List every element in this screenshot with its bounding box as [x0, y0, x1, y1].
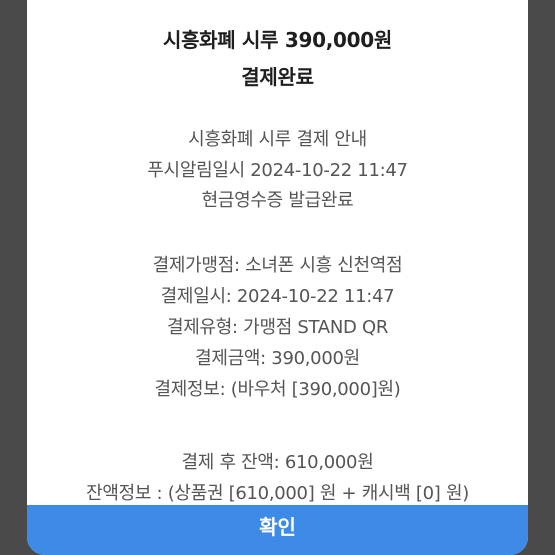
notice-line-push-time: 푸시알림일시 2024-10-22 11:47 [147, 160, 408, 181]
notice-line-title: 시흥화폐 시루 결제 안내 [188, 129, 367, 150]
balance-after-payment: 결제 후 잔액: 610,000원 [181, 452, 374, 473]
notice-line-receipt: 현금영수증 발급완료 [201, 190, 354, 211]
detail-merchant: 결제가맹점: 소녀폰 시흥 신천역점 [152, 255, 403, 276]
detail-type: 결제유형: 가맹점 STAND QR [166, 317, 389, 338]
dialog-title: 시흥화폐 시루 390,000원 [162, 28, 393, 52]
detail-amount: 결제금액: 390,000원 [195, 348, 360, 369]
dialog-subtitle: 결제완료 [241, 65, 314, 89]
confirm-button[interactable]: 확인 [27, 505, 528, 555]
detail-date: 결제일시: 2024-10-22 11:47 [160, 286, 395, 307]
payment-complete-dialog: 시흥화폐 시루 390,000원 결제완료 시흥화폐 시루 결제 안내 푸시알림… [27, 0, 528, 555]
balance-info: 잔액정보 : (상품권 [610,000] 원 + 캐시백 [0] 원) [86, 483, 469, 504]
detail-payment-info: 결제정보: (바우처 [390,000]원) [154, 379, 401, 400]
